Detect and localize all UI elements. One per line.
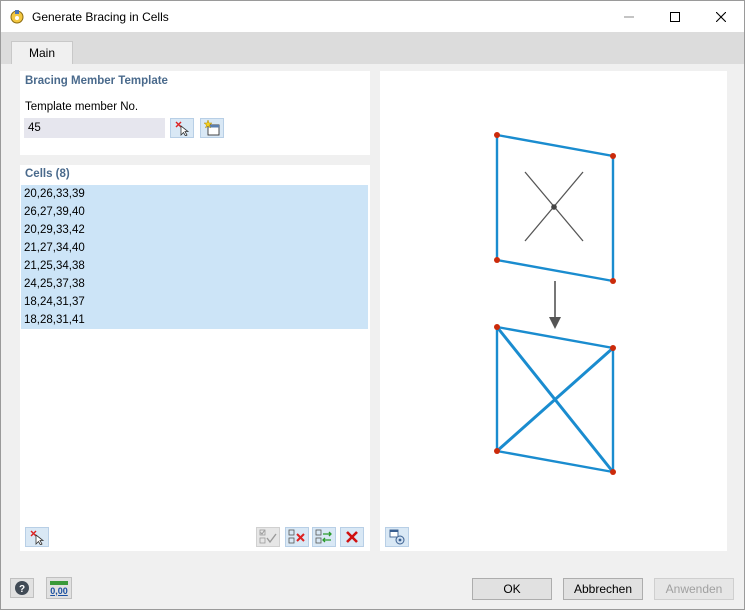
invert-selection-icon (315, 529, 332, 544)
template-section-title: Bracing Member Template (25, 75, 168, 87)
cells-list: 20,26,33,39 26,27,39,40 20,29,33,42 21,2… (21, 185, 368, 329)
list-item[interactable]: 18,28,31,41 (21, 311, 368, 329)
list-item[interactable]: 26,27,39,40 (21, 203, 368, 221)
delete-icon (346, 531, 358, 543)
close-button[interactable] (698, 1, 744, 32)
node-point (494, 448, 500, 454)
deselect-all-button[interactable] (285, 527, 309, 547)
minimize-button[interactable] (606, 1, 652, 32)
node-point (610, 469, 616, 475)
list-item[interactable]: 20,26,33,39 (21, 185, 368, 203)
pick-cells-button[interactable] (25, 527, 49, 547)
pick-cursor-icon (30, 530, 45, 545)
check-all-icon (259, 529, 277, 544)
units-label: 0,00 (50, 585, 68, 596)
node-point (610, 278, 616, 284)
tab-strip: Main (1, 32, 744, 64)
select-all-button[interactable] (256, 527, 280, 547)
maximize-icon (670, 11, 680, 22)
ok-button[interactable]: OK (472, 578, 552, 600)
tab-main[interactable]: Main (11, 41, 73, 64)
bracing-preview-diagram (494, 132, 616, 475)
maximize-button[interactable] (652, 1, 698, 32)
window-title: Generate Bracing in Cells (32, 10, 169, 24)
list-item[interactable]: 18,24,31,37 (21, 293, 368, 311)
node-point (494, 257, 500, 263)
apply-button[interactable]: Anwenden (654, 578, 734, 600)
arrow-head (549, 317, 561, 329)
units-button[interactable]: 0,00 (46, 577, 72, 599)
title-bar: Generate Bracing in Cells (1, 1, 744, 32)
pick-cursor-icon (175, 121, 190, 136)
list-item[interactable]: 24,25,37,38 (21, 275, 368, 293)
node-point (610, 345, 616, 351)
minimize-icon (624, 16, 634, 17)
node-point (494, 132, 500, 138)
node-point (494, 324, 500, 330)
help-icon: ? (15, 581, 29, 595)
list-item[interactable]: 20,29,33,42 (21, 221, 368, 239)
new-member-button[interactable] (200, 118, 224, 138)
result-brace-line (496, 346, 614, 453)
cells-panel: Cells (8) 20,26,33,39 26,27,39,40 20,29,… (20, 165, 370, 551)
cells-section-title: Cells (8) (25, 168, 70, 180)
preview-panel (380, 71, 727, 551)
units-icon-bar (50, 580, 68, 585)
delete-cells-button[interactable] (340, 527, 364, 547)
template-panel: Bracing Member Template Template member … (20, 71, 370, 155)
app-icon (10, 10, 24, 24)
list-item[interactable]: 21,25,34,38 (21, 257, 368, 275)
template-member-label: Template member No. (25, 101, 139, 113)
template-center-node (551, 204, 557, 210)
uncheck-all-icon (288, 529, 305, 544)
new-window-icon (204, 120, 220, 136)
pick-member-button[interactable] (170, 118, 194, 138)
dialog-window: Generate Bracing in Cells Main Bracing M… (0, 0, 745, 610)
list-item[interactable]: 21,27,34,40 (21, 239, 368, 257)
close-icon (716, 11, 726, 22)
preview-settings-button[interactable] (385, 527, 409, 547)
svg-text:?: ? (19, 584, 25, 595)
view-settings-icon (389, 529, 405, 545)
invert-selection-button[interactable] (312, 527, 336, 547)
cancel-button[interactable]: Abbrechen (563, 578, 643, 600)
template-member-input[interactable] (24, 118, 165, 138)
node-point (610, 153, 616, 159)
help-button[interactable]: ? (10, 578, 34, 598)
